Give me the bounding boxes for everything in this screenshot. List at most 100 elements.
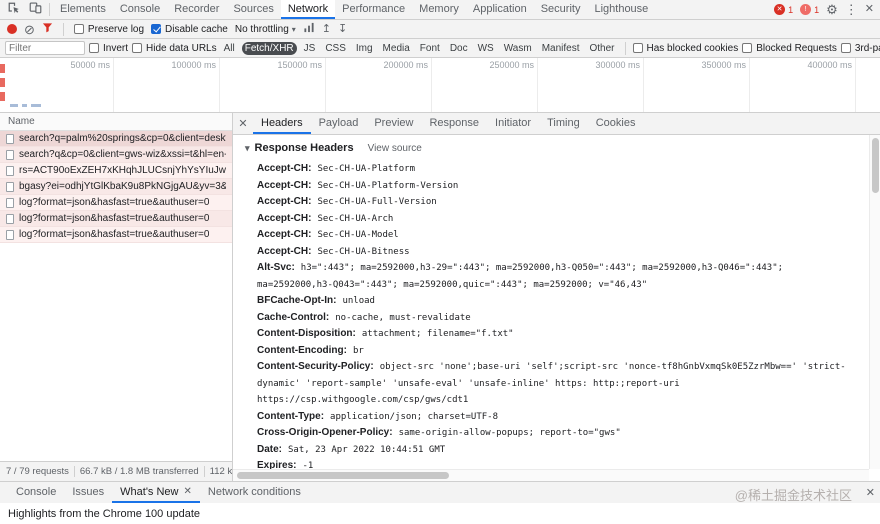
request-row[interactable]: log?format=json&hasfast=true&authuser=0	[0, 227, 232, 243]
clear-log-icon[interactable]: ⊘	[24, 23, 35, 36]
header-value: same-origin-allow-popups; report-to="gws…	[399, 428, 621, 438]
timeline-tick: 200000 ms	[326, 58, 432, 112]
filter-pill-media[interactable]: Media	[380, 42, 413, 55]
has-blocked-cookies-checkbox[interactable]: Has blocked cookies	[633, 43, 739, 54]
tab-recorder[interactable]: Recorder	[167, 0, 226, 19]
filter-pill-all[interactable]: All	[221, 42, 238, 55]
header-name: Accept-CH:	[257, 180, 311, 191]
header-name: Cross-Origin-Opener-Policy:	[257, 427, 393, 438]
filter-pill-manifest[interactable]: Manifest	[539, 42, 583, 55]
third-party-requests-checkbox[interactable]: 3rd-party requests	[841, 43, 880, 54]
tab-lighthouse[interactable]: Lighthouse	[587, 0, 655, 19]
inspect-element-button[interactable]	[2, 0, 24, 19]
preserve-log-checkbox[interactable]: Preserve log	[74, 24, 144, 35]
filter-pill-img[interactable]: Img	[353, 42, 376, 55]
network-main: Name search?q=palm%20springs&cp=0&client…	[0, 113, 880, 481]
throttling-select[interactable]: No throttling ▾	[235, 24, 296, 35]
export-har-icon[interactable]: ↧	[338, 24, 347, 35]
tab-console[interactable]: Console	[113, 0, 167, 19]
issues-badge[interactable]: ! 1	[800, 4, 819, 15]
request-row[interactable]: bgasy?ei=odhjYtGlKbaK9u8PkNGjgAU&yv=3&as…	[0, 179, 232, 195]
network-filter-input[interactable]	[5, 41, 85, 55]
error-icon: ✕	[774, 4, 785, 15]
network-toolbar: ⊘ Preserve log Disable cache No throttli…	[0, 20, 880, 39]
disable-cache-checkbox[interactable]: Disable cache	[151, 24, 228, 35]
request-row[interactable]: search?q=palm%20springs&cp=0&client=desk…	[0, 131, 232, 147]
response-headers-section[interactable]: ▾ Response Headers	[245, 142, 354, 154]
tab-elements[interactable]: Elements	[53, 0, 113, 19]
response-header-row: Accept-CH:Sec-CH-UA-Bitness	[245, 244, 863, 261]
blocked-requests-checkbox[interactable]: Blocked Requests	[742, 43, 837, 54]
device-toolbar-icon	[29, 1, 42, 19]
headers-panel: ▾ Response Headers View source Accept-CH…	[233, 135, 869, 469]
import-har-icon[interactable]: ↥	[322, 24, 331, 35]
network-filter-bar: Invert Hide data URLs All Fetch/XHR JS C…	[0, 39, 880, 58]
request-row[interactable]: log?format=json&hasfast=true&authuser=0	[0, 195, 232, 211]
scrollbar-thumb[interactable]	[237, 472, 449, 479]
close-devtools-icon[interactable]: ✕	[865, 4, 874, 15]
drawer-tab-network-conditions[interactable]: Network conditions	[200, 482, 309, 503]
disclosure-triangle-icon: ▾	[245, 143, 250, 154]
tab-memory[interactable]: Memory	[412, 0, 466, 19]
invert-checkbox[interactable]: Invert	[89, 43, 128, 54]
overview-activity-bar	[10, 104, 18, 107]
filter-pill-font[interactable]: Font	[417, 42, 443, 55]
close-details-icon[interactable]: ✕	[233, 113, 253, 134]
detail-tab-preview[interactable]: Preview	[366, 113, 421, 134]
name-column-header[interactable]: Name	[0, 113, 232, 131]
detail-tab-headers[interactable]: Headers	[253, 113, 311, 134]
tab-network[interactable]: Network	[281, 0, 335, 19]
filter-pill-doc[interactable]: Doc	[447, 42, 471, 55]
requests-count: 7 / 79 requests	[6, 466, 69, 477]
network-overview-timeline[interactable]: 50000 ms 100000 ms 150000 ms 200000 ms 2…	[0, 58, 880, 113]
header-value: Sec-CH-UA-Full-Version	[317, 197, 436, 207]
header-value: -1	[302, 461, 313, 469]
request-row[interactable]: rs=ACT90oExZEH7xKHqhJLUCsnjYhYsYIuJw	[0, 163, 232, 179]
filter-pill-other[interactable]: Other	[586, 42, 617, 55]
network-conditions-icon[interactable]	[303, 22, 315, 36]
filter-pill-js[interactable]: JS	[301, 42, 319, 55]
error-badge[interactable]: ✕ 1	[774, 4, 793, 15]
tab-security[interactable]: Security	[534, 0, 588, 19]
toggle-device-toolbar-button[interactable]	[24, 0, 46, 19]
close-drawer-icon[interactable]: ✕	[866, 482, 875, 503]
close-whats-new-tab-icon[interactable]: ✕	[184, 486, 192, 497]
settings-gear-icon[interactable]: ⚙	[826, 3, 838, 16]
drawer-tab-console[interactable]: Console	[8, 482, 64, 503]
view-source-button[interactable]: View source	[368, 143, 422, 154]
issues-icon: !	[800, 4, 811, 15]
kebab-menu-icon[interactable]: ⋮	[845, 3, 858, 16]
overview-error-marks	[0, 64, 5, 101]
whats-new-title[interactable]: Highlights from the Chrome 100 update	[8, 508, 200, 520]
record-button[interactable]	[7, 24, 17, 34]
tab-performance[interactable]: Performance	[335, 0, 412, 19]
filter-pill-wasm[interactable]: Wasm	[501, 42, 535, 55]
drawer-tab-issues[interactable]: Issues	[64, 482, 112, 503]
active-filter-funnel-icon[interactable]	[42, 22, 53, 36]
filter-pill-ws[interactable]: WS	[475, 42, 497, 55]
detail-tab-payload[interactable]: Payload	[311, 113, 367, 134]
tab-application[interactable]: Application	[466, 0, 534, 19]
detail-tab-cookies[interactable]: Cookies	[588, 113, 644, 134]
request-row[interactable]: log?format=json&hasfast=true&authuser=0	[0, 211, 232, 227]
request-name: log?format=json&hasfast=true&authuser=0	[19, 197, 209, 208]
response-header-row: Expires:-1	[245, 458, 863, 469]
detail-tab-timing[interactable]: Timing	[539, 113, 588, 134]
toolbar-right-controls: ✕ 1 ! 1 ⚙ ⋮ ✕	[774, 0, 878, 19]
horizontal-scrollbar[interactable]	[233, 469, 869, 481]
header-value: application/json; charset=UTF-8	[330, 412, 498, 422]
tab-sources[interactable]: Sources	[226, 0, 280, 19]
hide-data-urls-checkbox[interactable]: Hide data URLs	[132, 43, 217, 54]
scrollbar-thumb[interactable]	[872, 138, 879, 193]
filter-pill-fetch-xhr[interactable]: Fetch/XHR	[242, 42, 297, 55]
request-row[interactable]: search?q&cp=0&client=gws-wiz&xssi=t&hl=e…	[0, 147, 232, 163]
vertical-scrollbar[interactable]	[869, 135, 880, 469]
whats-new-panel: Highlights from the Chrome 100 update	[0, 503, 880, 524]
request-name: search?q=palm%20springs&cp=0&client=desk…	[19, 133, 226, 144]
detail-tab-response[interactable]: Response	[421, 113, 487, 134]
chevron-down-icon: ▾	[292, 25, 296, 34]
timeline-tick: 300000 ms	[538, 58, 644, 112]
drawer-tab-whats-new[interactable]: What's New ✕	[112, 482, 200, 503]
filter-pill-css[interactable]: CSS	[322, 42, 349, 55]
detail-tab-initiator[interactable]: Initiator	[487, 113, 539, 134]
